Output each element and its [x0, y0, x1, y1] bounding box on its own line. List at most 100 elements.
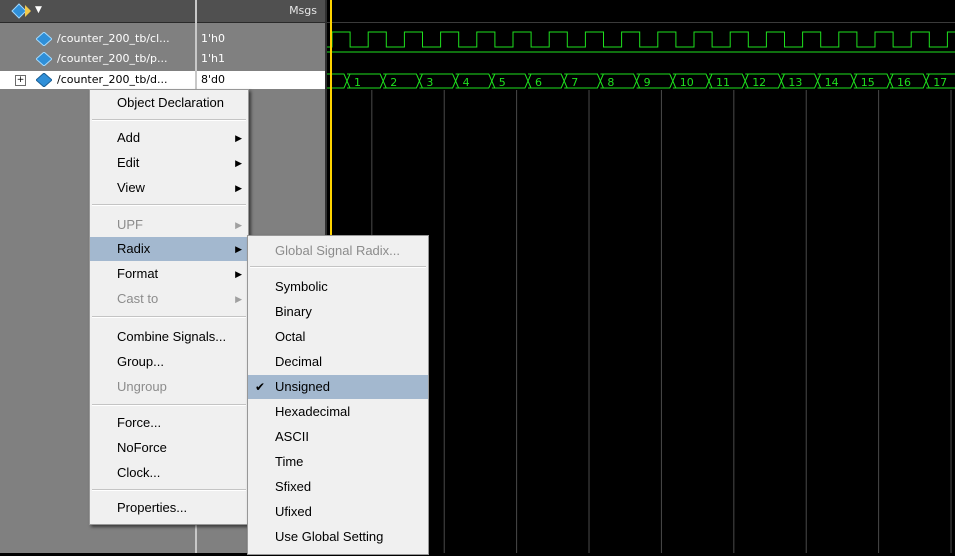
menu-item-radix[interactable]: Radix ▶: [90, 237, 248, 261]
menu-item-format[interactable]: Format ▶: [90, 262, 248, 286]
diamond-icon: [36, 73, 52, 87]
radix-submenu: Global Signal Radix... Symbolic Binary O…: [247, 235, 429, 555]
bus-segment: [347, 73, 384, 89]
bus-segment: [564, 73, 601, 89]
bus-segment: [636, 73, 674, 89]
menu-separator: [250, 266, 426, 268]
plus-box-icon[interactable]: +: [15, 75, 26, 86]
bus-transition: [382, 73, 387, 89]
radix-item-ufixed[interactable]: Ufixed: [248, 500, 428, 524]
bus-value-label: 13: [788, 76, 802, 89]
bus-value-label: 5: [499, 76, 506, 89]
menu-item-upf[interactable]: UPF ▶: [90, 213, 248, 237]
bus-segment: [383, 73, 420, 89]
bus-segment: [491, 73, 529, 89]
signal-name: /counter_200_tb/cl...: [57, 32, 170, 45]
radix-item-global-signal-radix[interactable]: Global Signal Radix...: [248, 239, 428, 263]
radix-item-hexadecimal[interactable]: Hexadecimal: [248, 400, 428, 424]
bus-value-label: 11: [716, 76, 730, 89]
msgs-label: Msgs: [289, 4, 317, 17]
menu-item-view[interactable]: View ▶: [90, 176, 248, 200]
bus-segment: [455, 73, 493, 89]
bus-value-label: 7: [571, 76, 578, 89]
signal-context-menu: Object Declaration Add ▶ Edit ▶ View ▶ UPF ▶…: [89, 89, 249, 525]
bus-transition: [418, 73, 423, 89]
menu-item-clock[interactable]: Clock...: [90, 461, 248, 485]
bus-transition: [925, 73, 930, 89]
bus-segment: [419, 73, 457, 89]
menu-item-edit[interactable]: Edit ▶: [90, 151, 248, 175]
bus-value-label: 2: [390, 76, 397, 89]
signal-value-selected: 8'd0: [197, 71, 325, 89]
bus-transition: [672, 73, 677, 89]
bus-transition: [527, 73, 532, 89]
bus-value-label: 9: [644, 76, 651, 89]
bus-transition: [563, 73, 568, 89]
menu-item-force[interactable]: Force...: [90, 411, 248, 435]
wave-header-divider: [327, 22, 955, 23]
menu-item-cast-to[interactable]: Cast to ▶: [90, 287, 248, 311]
triangle-right-icon: ▶: [235, 294, 242, 304]
triangle-right-icon: ▶: [235, 269, 242, 279]
triangle-right-icon: ▶: [235, 220, 242, 230]
bus-value-label: 3: [426, 76, 433, 89]
bus-transition: [853, 73, 858, 89]
menu-separator: [92, 404, 246, 406]
menu-item-object-declaration[interactable]: Object Declaration: [90, 91, 248, 115]
bus-transition: [780, 73, 785, 89]
menu-separator: [92, 489, 246, 491]
menu-item-combine-signals[interactable]: Combine Signals...: [90, 325, 248, 349]
chevron-down-icon[interactable]: ▼: [35, 5, 42, 15]
bus-value-label: 14: [825, 76, 839, 89]
bus-transition: [889, 73, 894, 89]
bus-transition: [491, 73, 496, 89]
radix-item-unsigned[interactable]: ✔ Unsigned: [248, 375, 428, 399]
radix-item-octal[interactable]: Octal: [248, 325, 428, 349]
bus-value-label: 12: [752, 76, 766, 89]
radix-item-use-global-setting[interactable]: Use Global Setting: [248, 525, 428, 549]
bus-segment: [528, 73, 565, 89]
radix-item-symbolic[interactable]: Symbolic: [248, 275, 428, 299]
bus-value-label: 6: [535, 76, 542, 89]
radix-item-sfixed[interactable]: Sfixed: [248, 475, 428, 499]
signal-name: /counter_200_tb/d...: [57, 73, 168, 86]
bus-transition: [744, 73, 749, 89]
names-header: ▼: [0, 0, 195, 23]
bus-transition: [636, 73, 641, 89]
bus-segment: [600, 73, 638, 89]
menu-separator: [92, 119, 246, 121]
wave-tool-icon[interactable]: [11, 3, 33, 19]
clk-waveform: [327, 31, 955, 48]
menu-item-group[interactable]: Group...: [90, 350, 248, 374]
triangle-right-icon: ▶: [235, 158, 242, 168]
radix-item-decimal[interactable]: Decimal: [248, 350, 428, 374]
menu-item-noforce[interactable]: NoForce: [90, 436, 248, 460]
bus-value-label: 10: [680, 76, 694, 89]
bus-value-label: 17: [933, 76, 947, 89]
bus-value-label: 16: [897, 76, 911, 89]
bus-transition: [708, 73, 713, 89]
signal-row-clk[interactable]: /counter_200_tb/cl...: [0, 30, 195, 48]
bus-value-label: 8: [607, 76, 614, 89]
radix-item-time[interactable]: Time: [248, 450, 428, 474]
bus-value-label: 1: [354, 76, 361, 89]
signal-row-d-selected[interactable]: + /counter_200_tb/d...: [0, 71, 195, 89]
menu-item-properties[interactable]: Properties...: [90, 496, 248, 520]
bus-value-label: 15: [861, 76, 875, 89]
menu-separator: [92, 316, 246, 318]
menu-separator: [92, 204, 246, 206]
triangle-right-icon: ▶: [235, 183, 242, 193]
menu-item-ungroup[interactable]: Ungroup: [90, 375, 248, 399]
radix-item-binary[interactable]: Binary: [248, 300, 428, 324]
diamond-icon: [36, 32, 52, 46]
menu-item-add[interactable]: Add ▶: [90, 126, 248, 150]
bus-transition: [346, 73, 351, 89]
check-mark-icon: ✔: [255, 380, 266, 394]
triangle-right-icon: ▶: [235, 133, 242, 143]
signal-name: /counter_200_tb/p...: [57, 52, 168, 65]
signal-row-p[interactable]: /counter_200_tb/p...: [0, 50, 195, 68]
radix-item-ascii[interactable]: ASCII: [248, 425, 428, 449]
signal-value: 1'h1: [201, 52, 225, 65]
values-header: Msgs: [197, 0, 325, 23]
bus-transition: [817, 73, 822, 89]
